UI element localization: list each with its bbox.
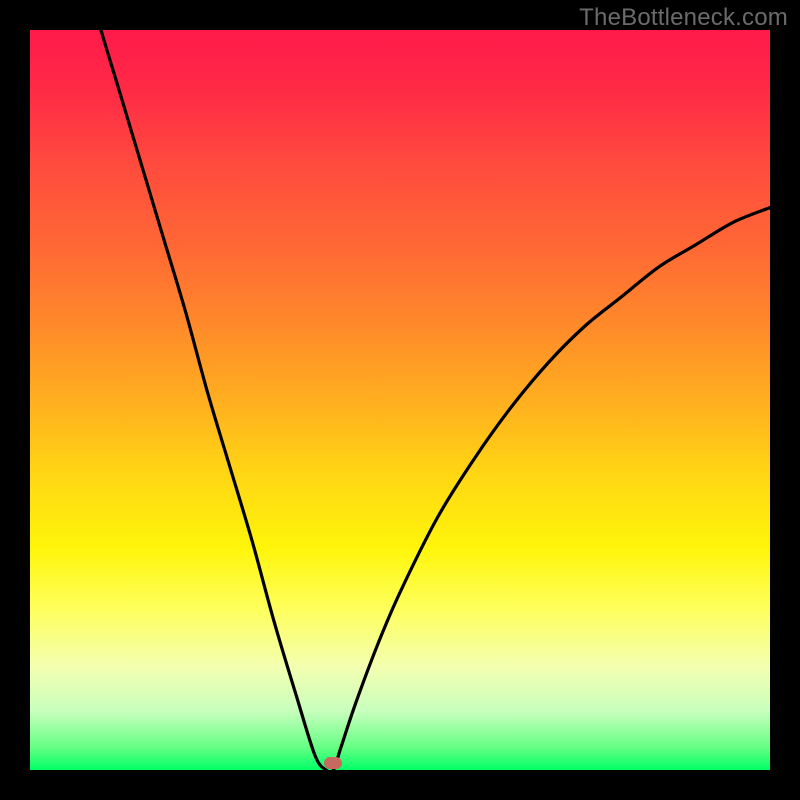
minimum-marker	[324, 757, 342, 769]
plot-area	[30, 30, 770, 770]
attribution-label: TheBottleneck.com	[579, 4, 788, 32]
